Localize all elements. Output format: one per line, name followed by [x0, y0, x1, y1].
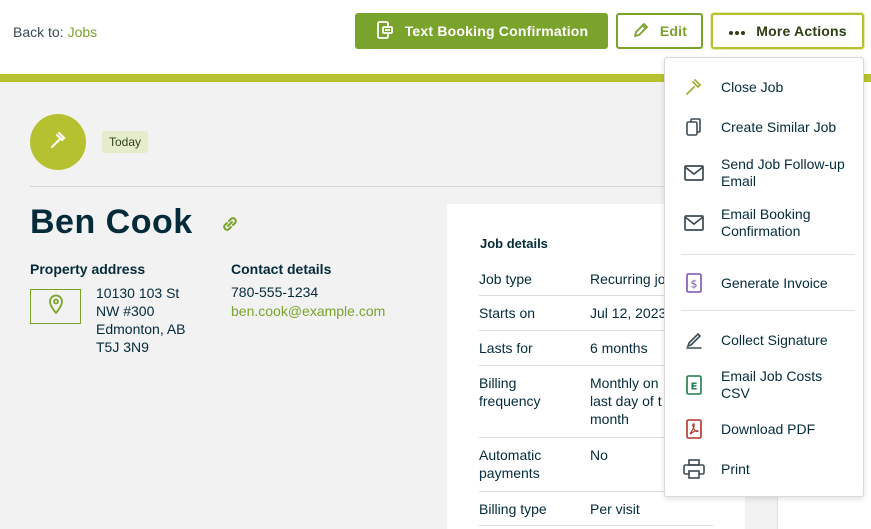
sms-icon — [375, 20, 395, 43]
menu-item-close-job[interactable]: Close Job — [665, 72, 863, 102]
edit-button[interactable]: Edit — [616, 13, 703, 49]
link-icon[interactable] — [219, 213, 241, 240]
menu-item-label: Email Job Costs CSV — [721, 368, 823, 401]
menu-separator — [681, 254, 855, 255]
property-address-label: Property address — [30, 261, 146, 277]
contact-phone[interactable]: 780-555-1234 — [231, 284, 318, 300]
menu-item-print[interactable]: Print — [665, 454, 863, 484]
text-booking-confirmation-button[interactable]: Text Booking Confirmation — [355, 13, 608, 49]
more-actions-menu: Close Job Create Similar Job Send Job Fo… — [664, 57, 864, 497]
breadcrumb: Back to: Jobs — [13, 24, 97, 40]
menu-item-collect-signature[interactable]: Collect Signature — [665, 325, 863, 355]
mail-icon — [682, 161, 706, 185]
detail-value: No — [590, 447, 608, 463]
detail-value: Monthly on last day of t month — [590, 375, 662, 427]
menu-item-label: Create Similar Job — [721, 118, 837, 135]
menu-item-email-booking-confirmation[interactable]: Email Booking Confirmation — [665, 204, 863, 242]
more-actions-button[interactable]: More Actions — [711, 13, 864, 49]
detail-key: Billing frequency — [479, 375, 541, 409]
detail-value: Jul 12, 2023 — [590, 305, 664, 321]
menu-item-label: Email Booking Confirmation — [721, 206, 811, 239]
property-address: 10130 103 St NW #300 Edmonton, AB T5J 3N… — [96, 285, 186, 355]
menu-item-label: Download PDF — [721, 420, 816, 437]
detail-row: Billing type Per visit — [479, 492, 713, 526]
menu-item-label: Close Job — [721, 78, 784, 95]
edit-label: Edit — [659, 23, 688, 39]
map-pin-button[interactable] — [30, 289, 81, 324]
detail-key: Starts on — [479, 305, 536, 321]
copy-icon — [682, 115, 706, 139]
contact-details-label: Contact details — [231, 261, 332, 277]
detail-key: Billing type — [479, 501, 547, 517]
menu-item-label: Print — [721, 460, 750, 477]
detail-key: Job type — [479, 271, 532, 287]
pen-icon — [682, 328, 706, 352]
mail-icon — [682, 211, 706, 235]
back-to-jobs-link[interactable]: Jobs — [68, 24, 98, 40]
job-details-title: Job details — [480, 236, 548, 251]
detail-value: Recurring jo — [590, 271, 664, 287]
menu-item-label: Collect Signature — [721, 331, 828, 348]
menu-item-send-follow-up-email[interactable]: Send Job Follow-up Email — [665, 154, 863, 192]
csv-file-icon: E — [682, 373, 706, 397]
printer-icon — [682, 457, 706, 481]
detail-key: Lasts for — [479, 340, 533, 356]
text-booking-label: Text Booking Confirmation — [404, 23, 589, 39]
map-pin-icon — [48, 294, 64, 319]
invoice-icon: $ — [682, 271, 706, 295]
client-name: Ben Cook — [30, 203, 193, 241]
menu-item-label: Send Job Follow-up Email — [721, 156, 845, 189]
menu-item-email-job-costs-csv[interactable]: E Email Job Costs CSV — [665, 366, 863, 404]
hammer-icon — [47, 129, 69, 156]
contact-email[interactable]: ben.cook@example.com — [231, 303, 385, 319]
detail-value: 6 months — [590, 340, 648, 356]
detail-key: Automatic payments — [479, 447, 542, 481]
date-badge: Today — [102, 131, 149, 153]
menu-item-label: Generate Invoice — [721, 274, 828, 291]
pdf-file-icon — [682, 417, 706, 441]
breadcrumb-prefix: Back to: — [13, 24, 64, 40]
menu-item-download-pdf[interactable]: Download PDF — [665, 414, 863, 444]
pencil-icon — [632, 21, 650, 42]
detail-value: Per visit — [590, 501, 640, 517]
menu-item-create-similar-job[interactable]: Create Similar Job — [665, 112, 863, 142]
job-avatar — [30, 114, 86, 170]
menu-item-generate-invoice[interactable]: $ Generate Invoice — [665, 268, 863, 298]
svg-text:$: $ — [691, 278, 698, 291]
more-dots-icon — [728, 23, 746, 39]
hammer-icon — [682, 75, 706, 99]
svg-text:E: E — [691, 382, 698, 393]
menu-separator — [681, 310, 855, 311]
more-actions-label: More Actions — [756, 23, 847, 39]
